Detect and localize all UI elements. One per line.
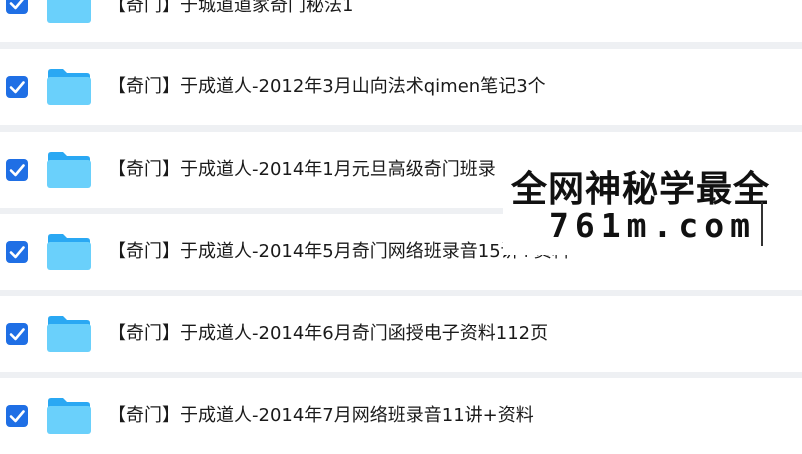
folder-icon [46, 397, 92, 435]
folder-icon [46, 315, 92, 353]
file-name[interactable]: 【奇门】于成道人-2014年5月奇门网络班录音15讲+资料 [108, 241, 570, 263]
folder-icon [46, 233, 92, 271]
checkbox-checked-icon[interactable] [6, 405, 28, 427]
watermark-url: 761m.com [549, 206, 756, 245]
folder-icon [46, 0, 92, 24]
file-name[interactable]: 【奇门】于城道道家奇门秘法1 [108, 0, 353, 17]
file-name[interactable]: 【奇门】于成道人-2014年1月元旦高级奇门班录 [108, 159, 496, 181]
file-name[interactable]: 【奇门】于成道人-2014年6月奇门函授电子资料112页 [108, 323, 548, 345]
file-row[interactable]: 【奇门】于成道人-2012年3月山向法术qimen笔记3个 [0, 49, 802, 125]
file-row[interactable]: 【奇门】于城道道家奇门秘法1 [0, 0, 802, 42]
folder-icon [46, 151, 92, 189]
checkbox-checked-icon[interactable] [6, 241, 28, 263]
checkbox-checked-icon[interactable] [6, 76, 28, 98]
file-row[interactable]: 【奇门】于成道人-2014年6月奇门函授电子资料112页 [0, 296, 802, 372]
folder-icon [46, 68, 92, 106]
checkbox-checked-icon[interactable] [6, 159, 28, 181]
file-name[interactable]: 【奇门】于成道人-2012年3月山向法术qimen笔记3个 [108, 76, 546, 98]
file-row[interactable]: 【奇门】于成道人-2014年7月网络班录音11讲+资料 [0, 378, 802, 454]
watermark-title: 全网神秘学最全 [511, 169, 771, 210]
checkbox-checked-icon[interactable] [6, 323, 28, 345]
watermark-overlay: 全网神秘学最全 761m.com [503, 156, 802, 255]
checkbox-checked-icon[interactable] [6, 0, 28, 14]
file-name[interactable]: 【奇门】于成道人-2014年7月网络班录音11讲+资料 [108, 405, 534, 427]
watermark-divider [761, 202, 763, 246]
